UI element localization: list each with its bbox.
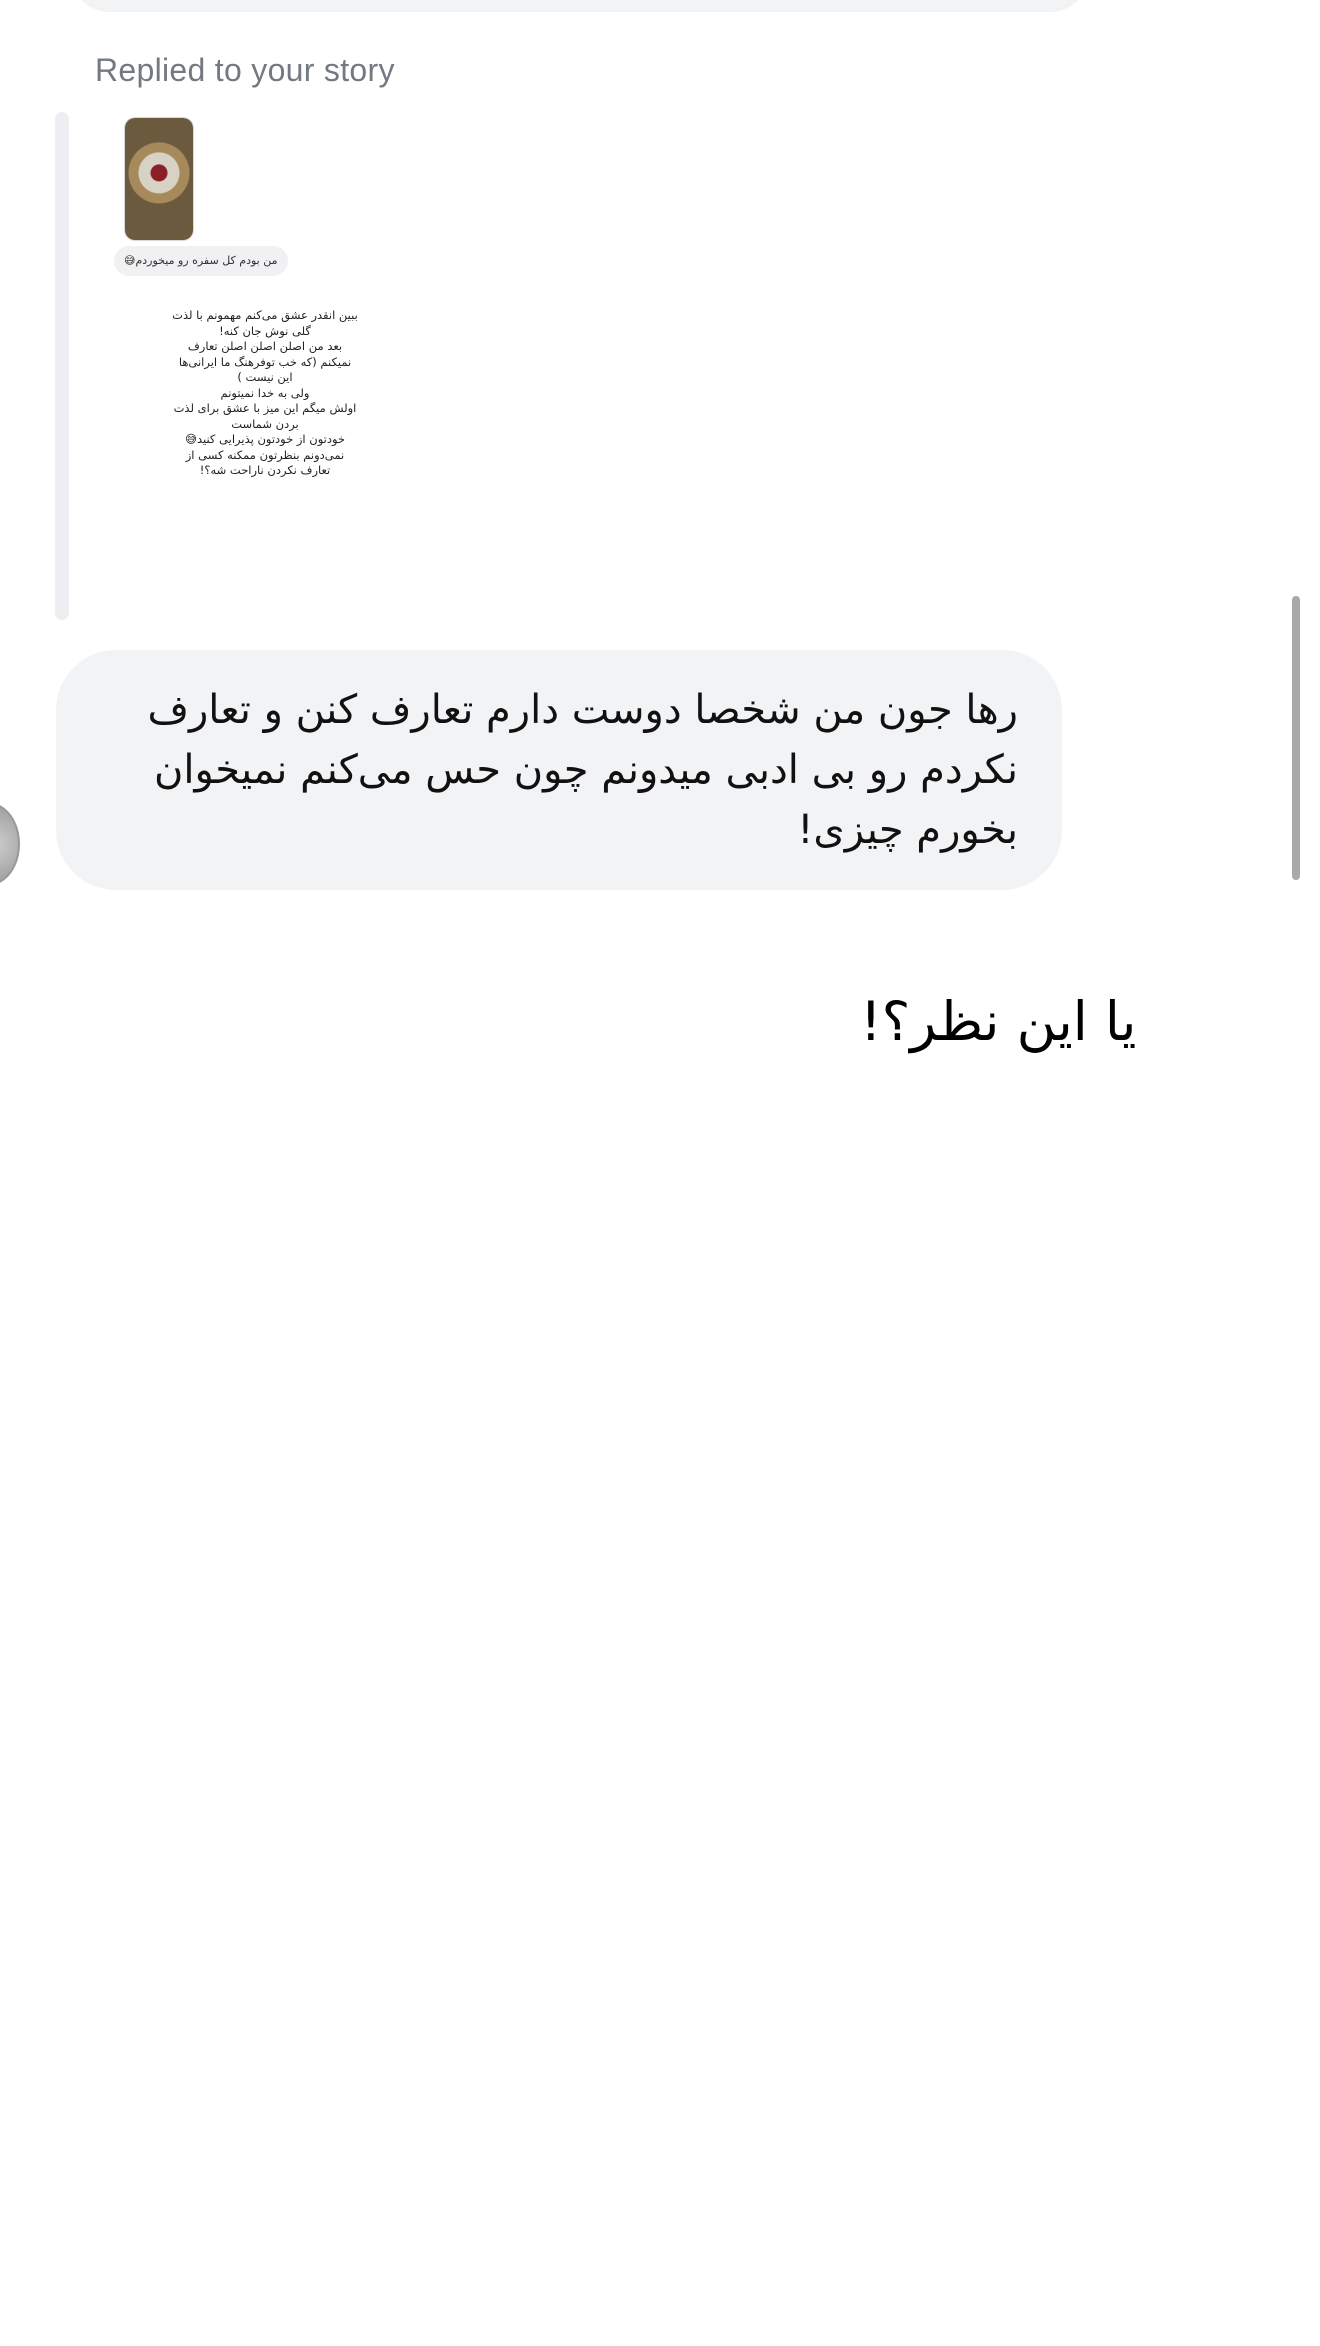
story-preview[interactable]: من بودم کل سفره رو میخوردم😅 ببین انقدر ع… bbox=[110, 108, 400, 488]
story-photo-thumbnail bbox=[125, 118, 193, 240]
replied-to-story-label: Replied to your story bbox=[95, 52, 395, 88]
caption-text: یا این نظر؟! bbox=[860, 990, 1137, 1053]
sender-avatar[interactable] bbox=[0, 802, 20, 886]
story-text: ببین انقدر عشق می‌کنم مهمونم با لذت گلی … bbox=[172, 308, 358, 477]
reply-quote-bar bbox=[55, 112, 69, 620]
message-bubble[interactable]: رها جون من شخصا دوست دارم تعارف کنن و تع… bbox=[56, 650, 1062, 890]
message-text: رها جون من شخصا دوست دارم تعارف کنن و تع… bbox=[147, 687, 1019, 853]
scrollbar-thumb[interactable] bbox=[1292, 596, 1300, 880]
story-sticker: من بودم کل سفره رو میخوردم😅 bbox=[114, 246, 288, 276]
previous-message-bubble bbox=[70, 0, 1090, 12]
